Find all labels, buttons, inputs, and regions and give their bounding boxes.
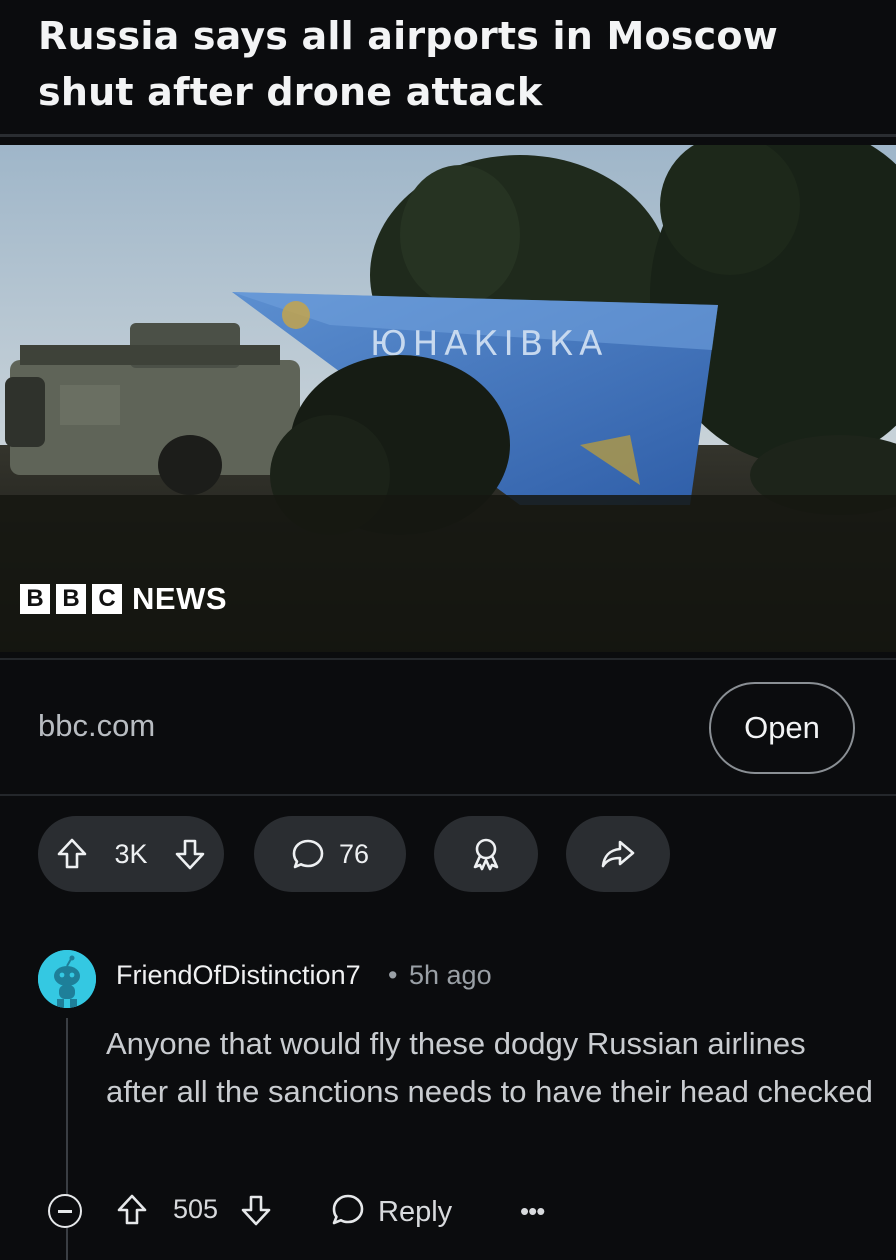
comment-score: 505 [173,1194,219,1224]
comment-count: 76 [338,838,370,869]
more-icon[interactable]: ••• [520,1196,545,1227]
comment-author[interactable]: FriendOfDistinction7 [116,960,361,991]
meta-separator: • [388,960,398,990]
bbc-logo-block: B [56,584,86,614]
award-button[interactable] [434,816,538,892]
reply-button[interactable]: Reply [330,1192,452,1233]
avatar[interactable] [38,950,96,1008]
collapse-icon[interactable] [48,1194,82,1228]
divider [0,794,896,796]
divider [0,134,896,137]
post-title: Russia says all airports in Moscow shut … [38,14,778,114]
award-icon [469,836,503,872]
open-link-button[interactable]: Open [709,682,855,774]
downvote-icon[interactable] [240,1192,272,1233]
comment-timestamp: 5h ago [409,960,492,990]
comment-icon [291,837,325,871]
bbc-logo-block: B [20,584,50,614]
upvote-icon[interactable] [56,837,88,871]
snoo-avatar-icon [38,950,96,1008]
share-button[interactable] [566,816,670,892]
divider [0,658,896,660]
post-image[interactable]: ЮНАКІВКА B B C NEWS [0,145,896,652]
link-domain[interactable]: bbc.com [38,708,155,744]
bbc-news-logo: B B C NEWS [20,581,227,617]
reply-label: Reply [378,1196,453,1228]
comments-button[interactable]: 76 [254,816,406,892]
upvote-icon[interactable] [116,1192,148,1233]
comment-body: Anyone that would fly these dodgy Russia… [106,1026,873,1109]
bbc-logo-news: NEWS [132,581,227,616]
bbc-logo-block: C [92,584,122,614]
share-icon [600,838,636,870]
post-image-photo: ЮНАКІВКА [0,145,896,652]
post-vote-bar: 3K [38,816,224,892]
vote-count: 3K [114,838,148,869]
reply-icon [330,1192,366,1233]
downvote-icon[interactable] [174,837,206,871]
